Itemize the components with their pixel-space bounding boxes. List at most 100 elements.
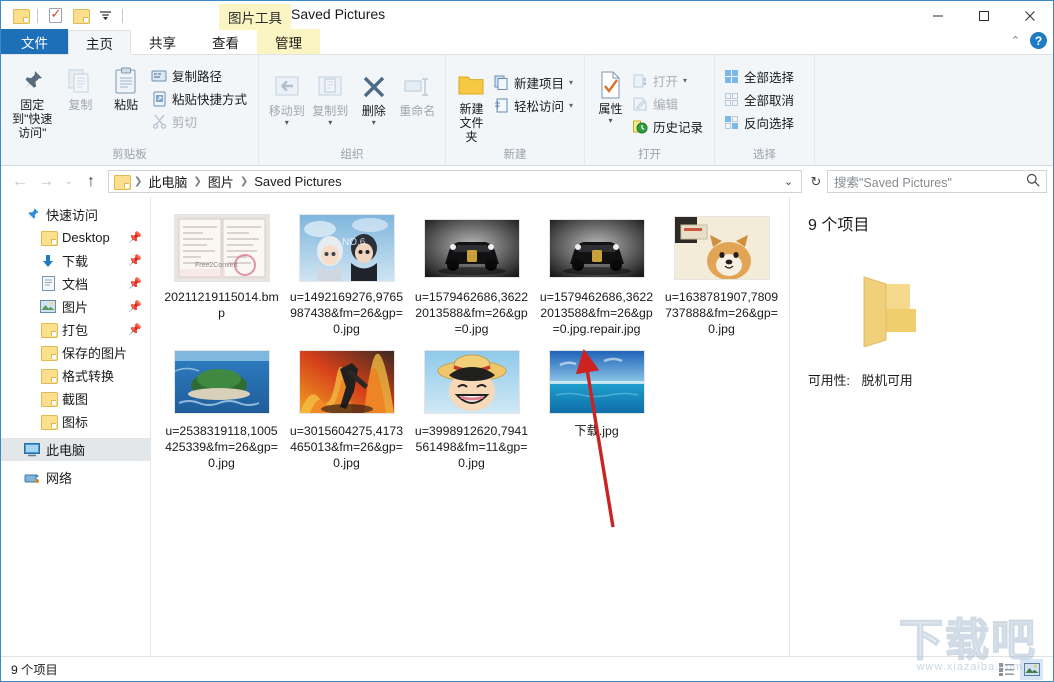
sidebar-label: 文档 [62, 277, 89, 292]
open-button[interactable]: 打开 ▾ [630, 69, 708, 92]
sidebar-item-screenshots[interactable]: 截图 [1, 387, 150, 410]
history-button[interactable]: 历史记录 [630, 115, 708, 138]
new-folder-check-icon[interactable] [44, 5, 66, 27]
delete-button[interactable]: 删除 ▾ [352, 65, 396, 126]
properties-folder-icon[interactable] [9, 5, 31, 27]
pin-icon[interactable]: 📌 [128, 323, 142, 336]
breadcrumb-pictures[interactable]: 图片 [204, 172, 238, 191]
breadcrumb-saved-pictures[interactable]: Saved Pictures [250, 174, 345, 189]
sidebar-item-packaging[interactable]: 打包 📌 [1, 318, 150, 341]
sidebar-item-documents[interactable]: 文档 📌 [1, 272, 150, 295]
open-dropdown-icon[interactable]: ▾ [683, 76, 687, 85]
copy-button[interactable]: 复制 [58, 59, 104, 113]
file-item[interactable]: u=1579462686,36222013588&fm=26&gp=0.jpg [411, 211, 532, 337]
customize-chevron-down-icon[interactable] [94, 5, 116, 27]
properties-icon [597, 67, 623, 103]
collapse-ribbon-icon[interactable]: ⌃ [1011, 34, 1020, 47]
paste-shortcut-button[interactable]: 粘贴快捷方式 [149, 87, 252, 110]
copy-to-button[interactable]: 复制到 ▾ [309, 65, 353, 126]
sidebar-item-desktop[interactable]: Desktop 📌 [1, 226, 150, 249]
up-button[interactable]: ↑ [78, 169, 104, 195]
minimize-button[interactable] [915, 1, 961, 30]
search-input[interactable]: 搜索"Saved Pictures" [827, 170, 1047, 193]
paste-button[interactable]: 粘贴 [103, 59, 149, 113]
pin-icon[interactable]: 📌 [128, 277, 142, 290]
pin-to-quick-access-button[interactable]: 固定到"快速访问" [7, 59, 58, 140]
properties-button[interactable]: 属性 ▾ [591, 63, 630, 124]
new-item-button[interactable]: 新建项目 ▾ [491, 71, 578, 94]
sidebar-item-downloads[interactable]: 下载 📌 [1, 249, 150, 272]
copy-to-dropdown-icon[interactable]: ▾ [328, 118, 332, 126]
select-none-button[interactable]: 全部取消 [721, 88, 799, 111]
new-folder-button[interactable]: 新建 文件夹 [452, 63, 491, 144]
thumbnail-black-sportscar [424, 219, 519, 277]
cut-button[interactable]: 剪切 [149, 110, 252, 133]
back-button[interactable]: ← [7, 169, 33, 195]
select-all-button[interactable]: 全部选择 [721, 65, 799, 88]
thumbnail-luffy-anime [424, 351, 519, 413]
file-item[interactable]: u=3998912620,7941561498&fm=11&gp=0.jpg [411, 345, 532, 471]
move-to-button[interactable]: 移动到 ▾ [265, 65, 309, 126]
details-view-button[interactable] [995, 659, 1018, 680]
copy-to-label: 复制到 [312, 104, 349, 118]
new-item-dropdown-icon[interactable]: ▾ [569, 78, 573, 87]
delete-label: 删除 [361, 104, 386, 118]
invert-selection-button[interactable]: 反向选择 [721, 111, 799, 134]
select-none-icon [723, 91, 740, 108]
tab-manage[interactable]: 管理 [257, 29, 320, 54]
help-icon[interactable]: ? [1030, 32, 1047, 49]
recent-locations-button[interactable]: ⌄ [59, 169, 78, 195]
breadcrumb-sep-1[interactable]: ❯ [192, 176, 202, 187]
folder-icon[interactable] [69, 5, 91, 27]
sidebar-item-format-conversion[interactable]: 格式转换 [1, 364, 150, 387]
file-list-view[interactable]: Free2Convert 20211219115014.bmp NO.6 u=1… [151, 197, 789, 656]
file-item[interactable]: Free2Convert 20211219115014.bmp [161, 211, 282, 337]
move-to-dropdown-icon[interactable]: ▾ [285, 118, 289, 126]
address-breadcrumb-field[interactable]: ❯ 此电脑 ❯ 图片 ❯ Saved Pictures ⌄ [108, 170, 802, 193]
forward-button[interactable]: → [33, 169, 59, 195]
sidebar-item-icons[interactable]: 图标 [1, 410, 150, 433]
close-button[interactable] [1007, 1, 1053, 30]
properties-dropdown-icon[interactable]: ▾ [608, 116, 612, 124]
file-item[interactable]: 下载.jpg [536, 345, 657, 471]
ribbon-group-open: 属性 ▾ 打开 ▾ 编辑 历史记录 打开 [585, 55, 715, 165]
tab-home[interactable]: 主页 [68, 30, 131, 55]
thumbnail-wrap [549, 213, 644, 283]
breadcrumb-sep-2[interactable]: ❯ [239, 176, 249, 187]
pin-icon[interactable]: 📌 [128, 254, 142, 267]
rename-button[interactable]: 重命名 [396, 65, 440, 119]
maximize-button[interactable] [961, 1, 1007, 30]
easy-access-button[interactable]: 轻松访问 ▾ [491, 94, 578, 117]
paste-button-label: 粘贴 [114, 98, 139, 112]
copy-path-button[interactable]: 复制路径 [149, 64, 252, 87]
sidebar-item-saved-pictures[interactable]: 保存的图片 [1, 341, 150, 364]
file-name: 20211219115014.bmp [164, 290, 279, 320]
tab-file[interactable]: 文件 [1, 29, 68, 54]
tab-view[interactable]: 查看 [194, 29, 257, 54]
edit-button[interactable]: 编辑 [630, 92, 708, 115]
file-item[interactable]: u=3015604275,4173465013&fm=26&gp=0.jpg [286, 345, 407, 471]
sidebar-item-pictures[interactable]: 图片 📌 [1, 295, 150, 318]
thumbnail-wrap [424, 347, 519, 417]
sidebar-item-network[interactable]: 网络 [1, 466, 150, 489]
file-item[interactable]: u=1638781907,7809737888&fm=26&gp=0.jpg [661, 211, 782, 337]
sidebar-label: 图标 [62, 415, 89, 430]
file-item[interactable]: NO.6 u=1492169276,9765987438&fm=26&gp=0.… [286, 211, 407, 337]
sidebar-label: 保存的图片 [62, 346, 128, 361]
pin-icon[interactable]: 📌 [128, 231, 142, 244]
delete-dropdown-icon[interactable]: ▾ [372, 118, 376, 126]
breadcrumb-sep-0[interactable]: ❯ [133, 176, 143, 187]
file-item[interactable]: u=1579462686,36222013588&fm=26&gp=0.jpg.… [536, 211, 657, 337]
pin-icon[interactable]: 📌 [128, 300, 142, 313]
file-item[interactable]: u=2538319118,1005425339&fm=26&gp=0.jpg [161, 345, 282, 471]
sidebar-item-quick-access[interactable]: 快速访问 [1, 203, 150, 226]
large-icons-view-button[interactable] [1020, 658, 1043, 680]
breadcrumb-this-pc[interactable]: 此电脑 [144, 172, 191, 191]
refresh-button[interactable]: ↻ [805, 169, 827, 195]
tab-share[interactable]: 共享 [131, 29, 194, 54]
sidebar-label: 网络 [46, 471, 73, 486]
easy-access-dropdown-icon[interactable]: ▾ [569, 101, 573, 110]
thumbnail-passport-document: Free2Convert [174, 215, 269, 281]
sidebar-item-this-pc[interactable]: 此电脑 [1, 438, 150, 461]
address-dropdown-icon[interactable]: ⌄ [778, 171, 799, 192]
